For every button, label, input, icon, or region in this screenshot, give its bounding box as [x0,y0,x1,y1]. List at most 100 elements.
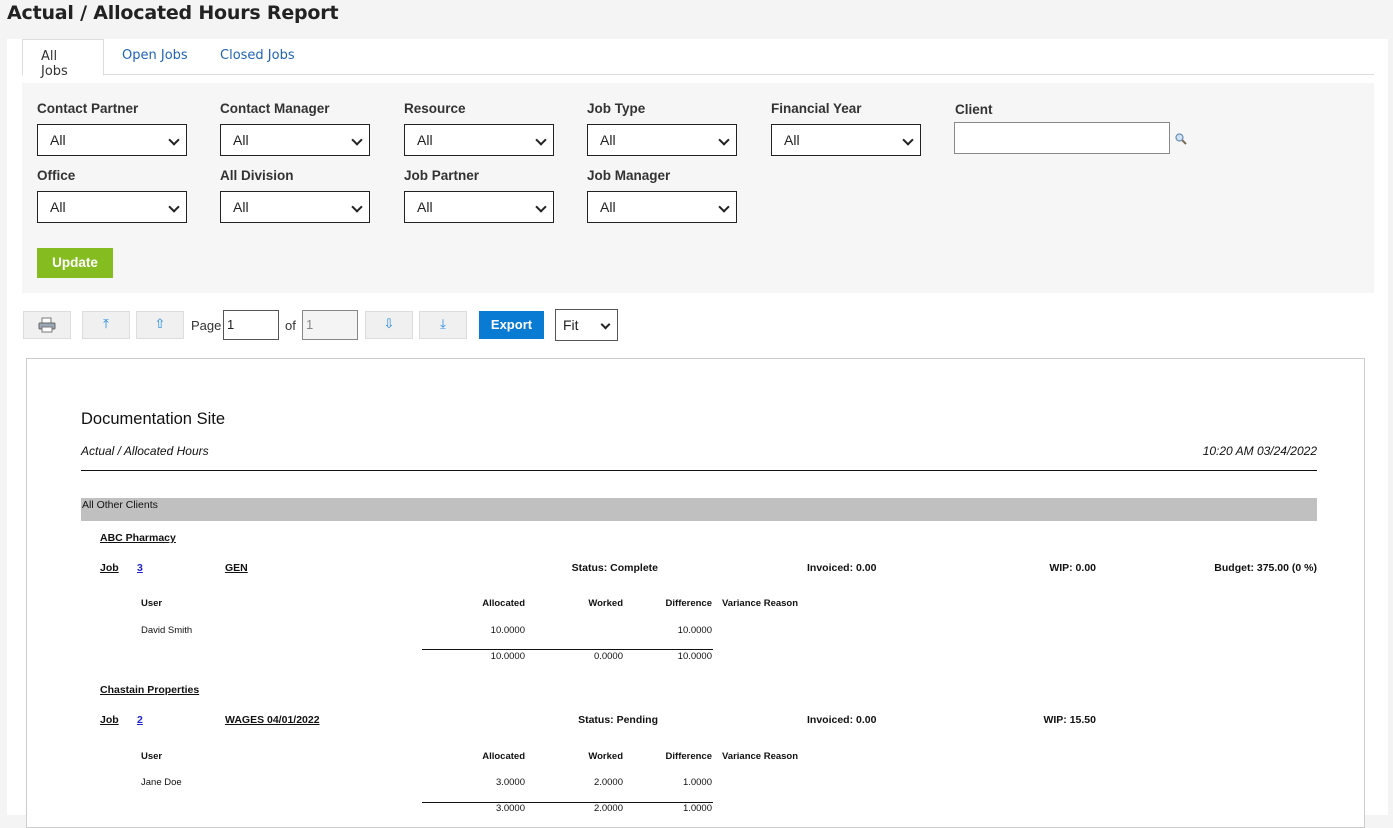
job-tabs: All Jobs Open Jobs Closed Jobs [22,39,1374,79]
total-worked: 2.0000 [593,803,623,814]
total-difference: 10.0000 [677,651,712,662]
zoom-value: Fit [563,317,579,333]
job-wip: WIP: 15.50 [1043,714,1096,726]
row-user: Jane Doe [141,777,182,788]
tab-all-jobs[interactable]: All Jobs [22,39,104,79]
job-partner-label: Job Partner [404,168,480,183]
first-page-button[interactable]: ⤒ [82,311,130,339]
page-number-input[interactable]: 1 [223,310,279,340]
page-title: Actual / Allocated Hours Report [7,2,339,24]
total-pages-field: 1 [302,310,358,340]
col-difference-header: Difference [665,598,712,609]
client-input[interactable] [954,122,1170,154]
search-icon[interactable] [1175,133,1187,145]
financial-year-select[interactable]: All [771,124,921,156]
total-worked: 0.0000 [593,651,623,662]
printer-icon [38,317,56,333]
row-difference: 1.0000 [682,777,712,788]
job-manager-value: All [600,199,616,215]
row-allocated: 3.0000 [495,777,525,788]
chevron-down-icon [600,319,611,330]
chevron-down-icon [718,134,730,146]
previous-page-button[interactable]: ⇧ [136,311,184,339]
chevron-down-icon [351,201,363,213]
last-page-button[interactable]: ⤓ [419,311,467,339]
row-worked: 2.0000 [593,777,623,788]
job-manager-select[interactable]: All [587,191,737,223]
site-name: Documentation Site [81,410,225,428]
export-button[interactable]: Export [479,311,544,339]
contact-manager-label: Contact Manager [220,101,330,116]
office-select[interactable]: All [37,191,187,223]
zoom-select[interactable]: Fit [555,309,618,341]
client-name-link[interactable]: ABC Pharmacy [100,532,176,544]
chevron-down-icon [902,134,914,146]
col-difference-header: Difference [665,751,712,762]
filter-panel: Contact Partner All Contact Manager All … [22,83,1374,293]
total-allocated: 3.0000 [495,803,525,814]
next-page-icon: ⇩ [383,317,395,332]
job-partner-select[interactable]: All [404,191,554,223]
tab-closed-jobs[interactable]: Closed Jobs [202,39,313,76]
contact-partner-value: All [50,132,66,148]
col-variance-header: Variance Reason [722,598,799,609]
previous-page-icon: ⇧ [154,317,166,332]
chevron-down-icon [718,201,730,213]
print-button[interactable] [23,311,71,339]
client-label: Client [955,102,993,117]
job-partner-value: All [417,199,433,215]
report-panel: All Jobs Open Jobs Closed Jobs Contact P… [7,39,1388,828]
resource-select[interactable]: All [404,124,554,156]
first-page-icon: ⤒ [103,317,109,332]
job-number-link[interactable]: 2 [137,714,143,726]
chevron-down-icon [168,201,180,213]
report-viewer: Documentation Site Actual / Allocated Ho… [26,358,1365,828]
all-division-label: All Division [220,168,294,183]
job-status: Status: Complete [571,562,658,574]
financial-year-label: Financial Year [771,101,862,116]
job-type-value: All [600,132,616,148]
page-label: Page [191,318,222,333]
all-division-value: All [233,199,249,215]
all-division-select[interactable]: All [220,191,370,223]
job-name: GEN [225,562,248,574]
total-difference: 1.0000 [682,803,712,814]
contact-partner-label: Contact Partner [37,101,139,116]
job-budget: Budget: 375.00 (0 %) [1214,562,1317,574]
row-difference: 10.0000 [677,625,712,636]
job-invoiced: Invoiced: 0.00 [807,562,877,574]
job-type-label: Job Type [587,101,646,116]
office-label: Office [37,168,76,183]
report-name: Actual / Allocated Hours [81,444,209,458]
client-name-link[interactable]: Chastain Properties [100,684,199,696]
contact-manager-select[interactable]: All [220,124,370,156]
tab-open-jobs[interactable]: Open Jobs [104,39,206,76]
chevron-down-icon [535,201,547,213]
job-label: Job [100,562,119,574]
col-allocated-header: Allocated [482,751,525,762]
group-header-band: All Other Clients [81,498,1317,521]
group-name: All Other Clients [82,499,158,511]
col-variance-header: Variance Reason [722,751,799,762]
last-page-icon: ⤓ [440,317,446,332]
col-user-header: User [141,751,163,762]
of-label: of [285,318,296,333]
job-label: Job [100,714,119,726]
col-user-header: User [141,598,163,609]
resource-value: All [417,132,433,148]
job-type-select[interactable]: All [587,124,737,156]
job-status: Status: Pending [578,714,658,726]
update-button[interactable]: Update [37,248,113,278]
resource-label: Resource [404,101,466,116]
col-worked-header: Worked [588,751,623,762]
row-user: David Smith [141,625,193,636]
chevron-down-icon [535,134,547,146]
job-number-link[interactable]: 3 [137,562,143,574]
report-timestamp: 10:20 AM 03/24/2022 [1202,444,1317,458]
next-page-button[interactable]: ⇩ [365,311,413,339]
job-invoiced: Invoiced: 0.00 [807,714,877,726]
col-allocated-header: Allocated [482,598,525,609]
contact-partner-select[interactable]: All [37,124,187,156]
totals-rule [422,649,713,650]
job-name: WAGES 04/01/2022 [225,714,320,726]
